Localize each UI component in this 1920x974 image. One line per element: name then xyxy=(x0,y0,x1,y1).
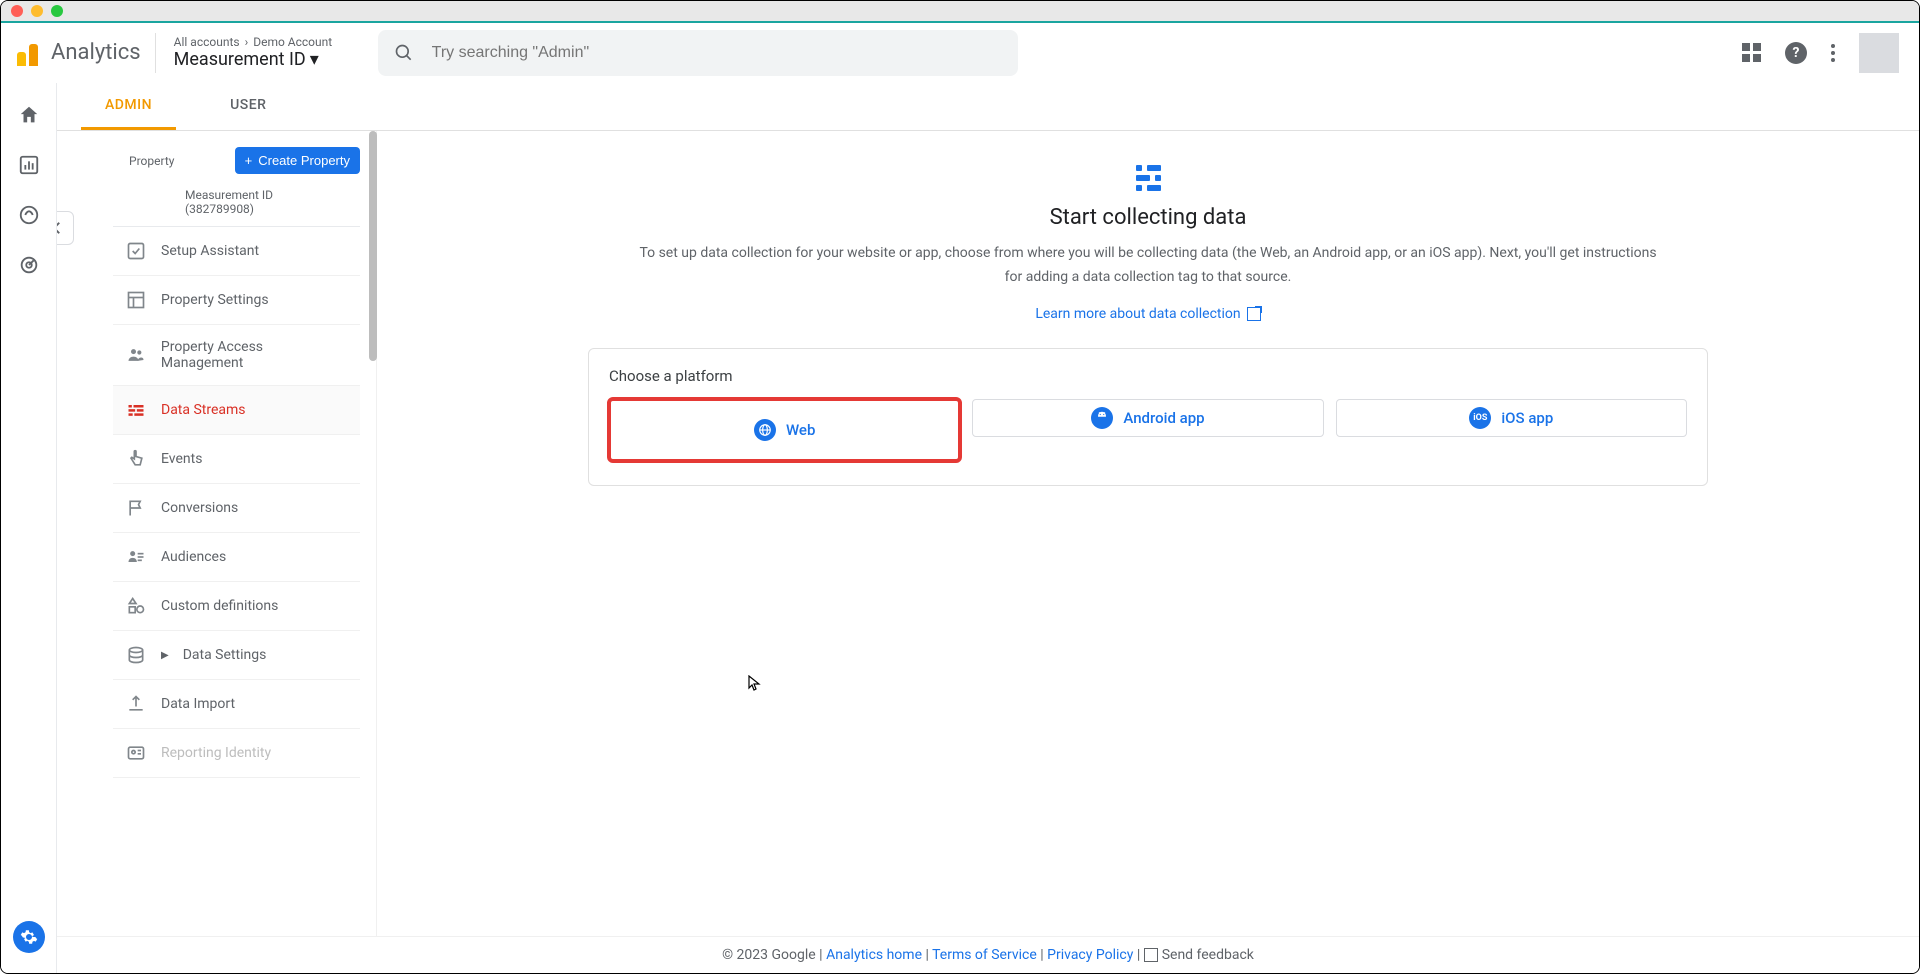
sidebar-item-label: Events xyxy=(161,451,202,467)
platform-web-button[interactable]: Web xyxy=(609,399,960,461)
page-title: Start collecting data xyxy=(1050,205,1247,230)
people-icon xyxy=(125,345,147,365)
property-sidebar: Property + Create Property Measurement I… xyxy=(57,131,377,936)
sidebar-item-label: Audiences xyxy=(161,549,226,565)
sidebar-item-data-import[interactable]: Data Import xyxy=(113,680,360,729)
footer: © 2023 Google | Analytics home | Terms o… xyxy=(57,936,1919,973)
create-property-label: Create Property xyxy=(258,153,350,168)
create-property-button[interactable]: + Create Property xyxy=(235,147,360,174)
sidebar-item-audiences[interactable]: Audiences xyxy=(113,533,360,582)
window-titlebar xyxy=(1,1,1919,23)
sidebar-item-label: Property Access Management xyxy=(161,339,348,371)
sidebar-item-reporting-identity[interactable]: Reporting Identity xyxy=(113,729,360,778)
shapes-icon xyxy=(125,596,147,616)
admin-tabs: ADMIN USER xyxy=(57,83,1919,131)
search-input[interactable] xyxy=(432,44,1002,62)
platform-android-button[interactable]: Android app xyxy=(972,399,1323,437)
account-selector[interactable]: All accounts › Demo Account Measurement … xyxy=(174,35,364,70)
page-description: To set up data collection for your websi… xyxy=(638,242,1658,290)
sidebar-item-property-settings[interactable]: Property Settings xyxy=(113,276,360,325)
database-icon xyxy=(125,645,147,665)
avatar[interactable] xyxy=(1859,33,1899,73)
platform-card-label: Choose a platform xyxy=(609,367,1687,385)
platform-ios-label: iOS app xyxy=(1501,409,1553,427)
search-bar[interactable] xyxy=(378,30,1018,76)
admin-gear-icon[interactable] xyxy=(13,921,45,953)
left-nav-rail xyxy=(1,83,57,973)
learn-more-label: Learn more about data collection xyxy=(1035,306,1240,322)
reports-icon[interactable] xyxy=(17,153,41,177)
footer-link-home[interactable]: Analytics home xyxy=(826,947,922,963)
footer-link-privacy[interactable]: Privacy Policy xyxy=(1047,947,1133,963)
sidebar-item-label: Setup Assistant xyxy=(161,243,259,259)
sidebar-item-label: Reporting Identity xyxy=(161,745,271,761)
platform-android-label: Android app xyxy=(1123,409,1204,427)
sidebar-item-label: Data Streams xyxy=(161,402,246,418)
explore-icon[interactable] xyxy=(17,203,41,227)
analytics-logo-icon xyxy=(15,40,41,66)
caret-down-icon: ▾ xyxy=(310,49,319,70)
feedback-icon xyxy=(1144,948,1158,962)
main-content: Start collecting data To set up data col… xyxy=(377,131,1919,936)
sidebar-item-data-streams[interactable]: Data Streams xyxy=(113,386,360,435)
divider xyxy=(155,33,156,73)
chevron-right-icon: › xyxy=(245,35,249,49)
platform-ios-button[interactable]: iOS iOS app xyxy=(1336,399,1687,437)
mouse-cursor-icon xyxy=(747,675,761,691)
breadcrumb-account-name: Demo Account xyxy=(253,35,332,49)
apps-icon[interactable] xyxy=(1742,43,1761,62)
breadcrumb-property: Measurement ID xyxy=(174,49,306,70)
check-square-icon xyxy=(125,241,147,261)
property-label: Property xyxy=(129,154,174,168)
sidebar-item-label: Data Import xyxy=(161,696,235,712)
data-stream-icon xyxy=(1128,165,1168,195)
analytics-logo[interactable]: Analytics xyxy=(15,40,141,66)
sidebar-item-custom-definitions[interactable]: Custom definitions xyxy=(113,582,360,631)
android-icon xyxy=(1091,407,1113,429)
help-icon[interactable]: ? xyxy=(1785,42,1807,64)
maximize-window-icon[interactable] xyxy=(51,5,63,17)
id-icon xyxy=(125,743,147,763)
stream-icon xyxy=(125,400,147,420)
property-name[interactable]: Measurement ID (382789908) xyxy=(113,182,360,227)
sidebar-item-label: Property Settings xyxy=(161,292,269,308)
back-button[interactable] xyxy=(57,211,74,245)
ios-icon: iOS xyxy=(1469,407,1491,429)
search-icon xyxy=(394,43,414,63)
globe-icon xyxy=(754,419,776,441)
sidebar-item-label: Custom definitions xyxy=(161,598,278,614)
footer-link-feedback[interactable]: Send feedback xyxy=(1162,947,1254,963)
layout-icon xyxy=(125,290,147,310)
audience-icon xyxy=(125,547,147,567)
learn-more-link[interactable]: Learn more about data collection xyxy=(1035,306,1260,322)
plus-icon: + xyxy=(245,153,253,168)
sidebar-item-property-access[interactable]: Property Access Management xyxy=(113,325,360,386)
app-header: Analytics All accounts › Demo Account Me… xyxy=(1,23,1919,83)
platform-web-label: Web xyxy=(786,421,815,439)
chevron-right-icon: ▶ xyxy=(161,650,169,661)
minimize-window-icon[interactable] xyxy=(31,5,43,17)
breadcrumb-accounts: All accounts xyxy=(174,35,240,49)
product-name: Analytics xyxy=(51,40,141,65)
sidebar-item-events[interactable]: Events xyxy=(113,435,360,484)
sidebar-item-label: Conversions xyxy=(161,500,238,516)
sidebar-item-data-settings[interactable]: ▶ Data Settings xyxy=(113,631,360,680)
sidebar-item-conversions[interactable]: Conversions xyxy=(113,484,360,533)
external-link-icon xyxy=(1247,307,1261,321)
flag-icon xyxy=(125,498,147,518)
upload-icon xyxy=(125,694,147,714)
more-vert-icon[interactable] xyxy=(1831,44,1835,62)
tab-admin[interactable]: ADMIN xyxy=(81,83,176,130)
touch-icon xyxy=(125,449,147,469)
footer-link-tos[interactable]: Terms of Service xyxy=(932,947,1037,963)
sidebar-item-label: Data Settings xyxy=(183,647,267,663)
platform-card: Choose a platform Web xyxy=(588,348,1708,486)
home-icon[interactable] xyxy=(17,103,41,127)
close-window-icon[interactable] xyxy=(11,5,23,17)
sidebar-item-setup-assistant[interactable]: Setup Assistant xyxy=(113,227,360,276)
copyright: © 2023 Google xyxy=(722,947,816,963)
tab-user[interactable]: USER xyxy=(206,83,290,130)
advertising-icon[interactable] xyxy=(17,253,41,277)
scrollbar[interactable] xyxy=(369,131,377,361)
